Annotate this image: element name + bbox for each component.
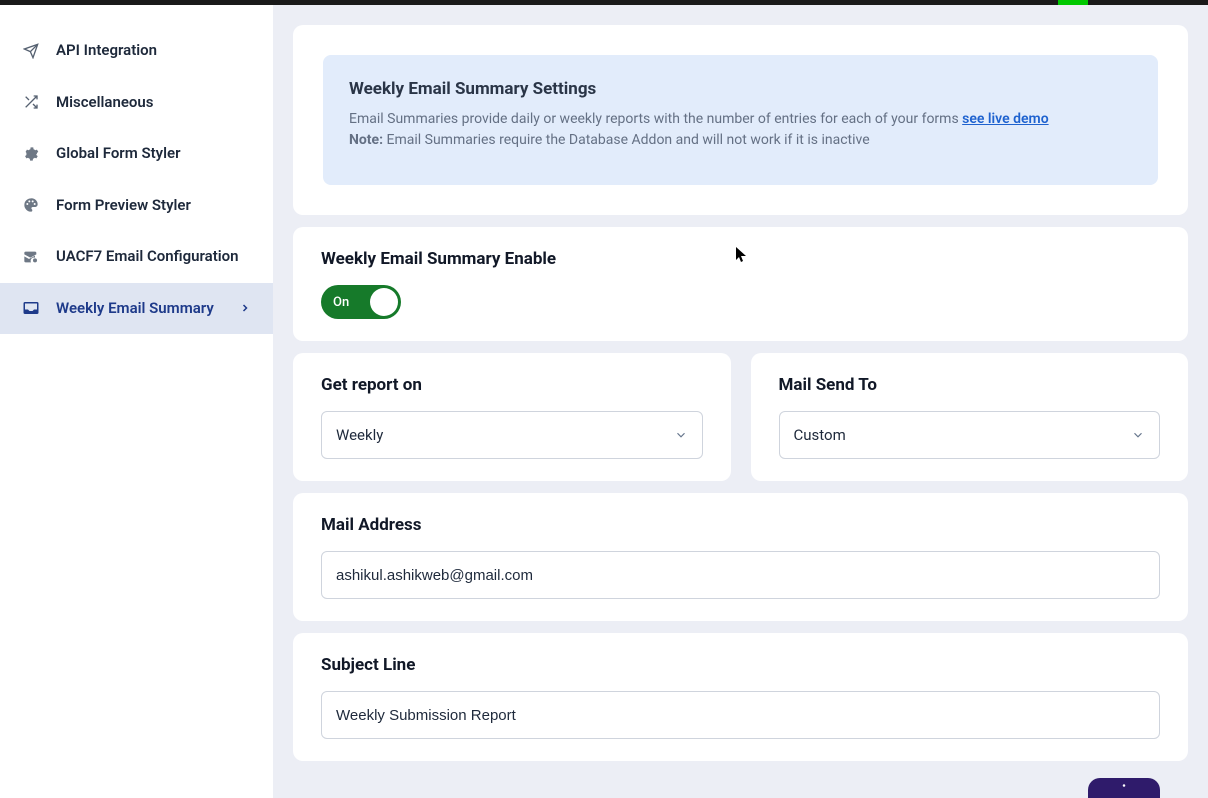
top-bar	[0, 0, 1208, 5]
sidebar-item-label: API Integration	[56, 41, 251, 61]
mail-to-select[interactable]: Custom	[779, 411, 1161, 459]
floating-action-button[interactable]	[1088, 778, 1160, 798]
enable-toggle[interactable]: On	[321, 285, 401, 319]
report-select-value: Weekly	[336, 426, 383, 444]
mail-address-card: Mail Address	[293, 493, 1188, 621]
sidebar: API Integration Miscellaneous Global For…	[0, 5, 273, 798]
subject-title: Subject Line	[321, 655, 1160, 675]
sidebar-item-form-preview-styler[interactable]: Form Preview Styler	[0, 180, 273, 232]
sidebar-item-label: Form Preview Styler	[56, 196, 251, 216]
enable-card: Weekly Email Summary Enable On	[293, 227, 1188, 341]
mail-to-card: Mail Send To Custom	[751, 353, 1189, 481]
sidebar-item-miscellaneous[interactable]: Miscellaneous	[0, 77, 273, 129]
mail-address-title: Mail Address	[321, 515, 1160, 535]
see-live-demo-link[interactable]: see live demo	[962, 111, 1048, 127]
info-desc-text: Email Summaries provide daily or weekly …	[349, 111, 962, 127]
sidebar-item-label: Global Form Styler	[56, 144, 251, 164]
info-banner: Weekly Email Summary Settings Email Summ…	[323, 55, 1158, 185]
sidebar-item-api-integration[interactable]: API Integration	[0, 25, 273, 77]
sidebar-item-uacf7-email-configuration[interactable]: UACF7 Email Configuration	[0, 231, 273, 283]
palette-icon	[22, 196, 40, 214]
info-panel: Weekly Email Summary Settings Email Summ…	[293, 25, 1188, 215]
mail-to-title: Mail Send To	[779, 375, 1161, 395]
chevron-down-icon	[674, 428, 688, 442]
info-note-text: Email Summaries require the Database Add…	[383, 132, 870, 148]
gear-icon	[22, 145, 40, 163]
report-select[interactable]: Weekly	[321, 411, 703, 459]
info-note-label: Note:	[349, 132, 383, 148]
sidebar-item-label: Miscellaneous	[56, 93, 251, 113]
enable-title: Weekly Email Summary Enable	[321, 249, 1160, 269]
mail-address-input[interactable]	[321, 551, 1160, 599]
toggle-knob	[370, 288, 398, 316]
info-description: Email Summaries provide daily or weekly …	[349, 109, 1132, 151]
info-title: Weekly Email Summary Settings	[349, 79, 1132, 99]
sidebar-item-label: Weekly Email Summary	[56, 299, 223, 319]
toggle-state-label: On	[333, 295, 349, 310]
paper-plane-icon	[22, 42, 40, 60]
main-content: Weekly Email Summary Settings Email Summ…	[273, 5, 1208, 798]
subject-input[interactable]	[321, 691, 1160, 739]
shuffle-icon	[22, 93, 40, 111]
inbox-icon	[22, 299, 40, 317]
sidebar-item-global-form-styler[interactable]: Global Form Styler	[0, 128, 273, 180]
mail-to-select-value: Custom	[794, 426, 846, 444]
sidebar-item-label: UACF7 Email Configuration	[56, 247, 251, 267]
sidebar-item-weekly-email-summary[interactable]: Weekly Email Summary	[0, 283, 273, 335]
chevron-down-icon	[1131, 428, 1145, 442]
topbar-accent	[1058, 0, 1088, 5]
report-title: Get report on	[321, 375, 703, 395]
report-card: Get report on Weekly	[293, 353, 731, 481]
chevron-right-icon	[239, 302, 251, 314]
envelope-gear-icon	[22, 248, 40, 266]
subject-card: Subject Line	[293, 633, 1188, 761]
